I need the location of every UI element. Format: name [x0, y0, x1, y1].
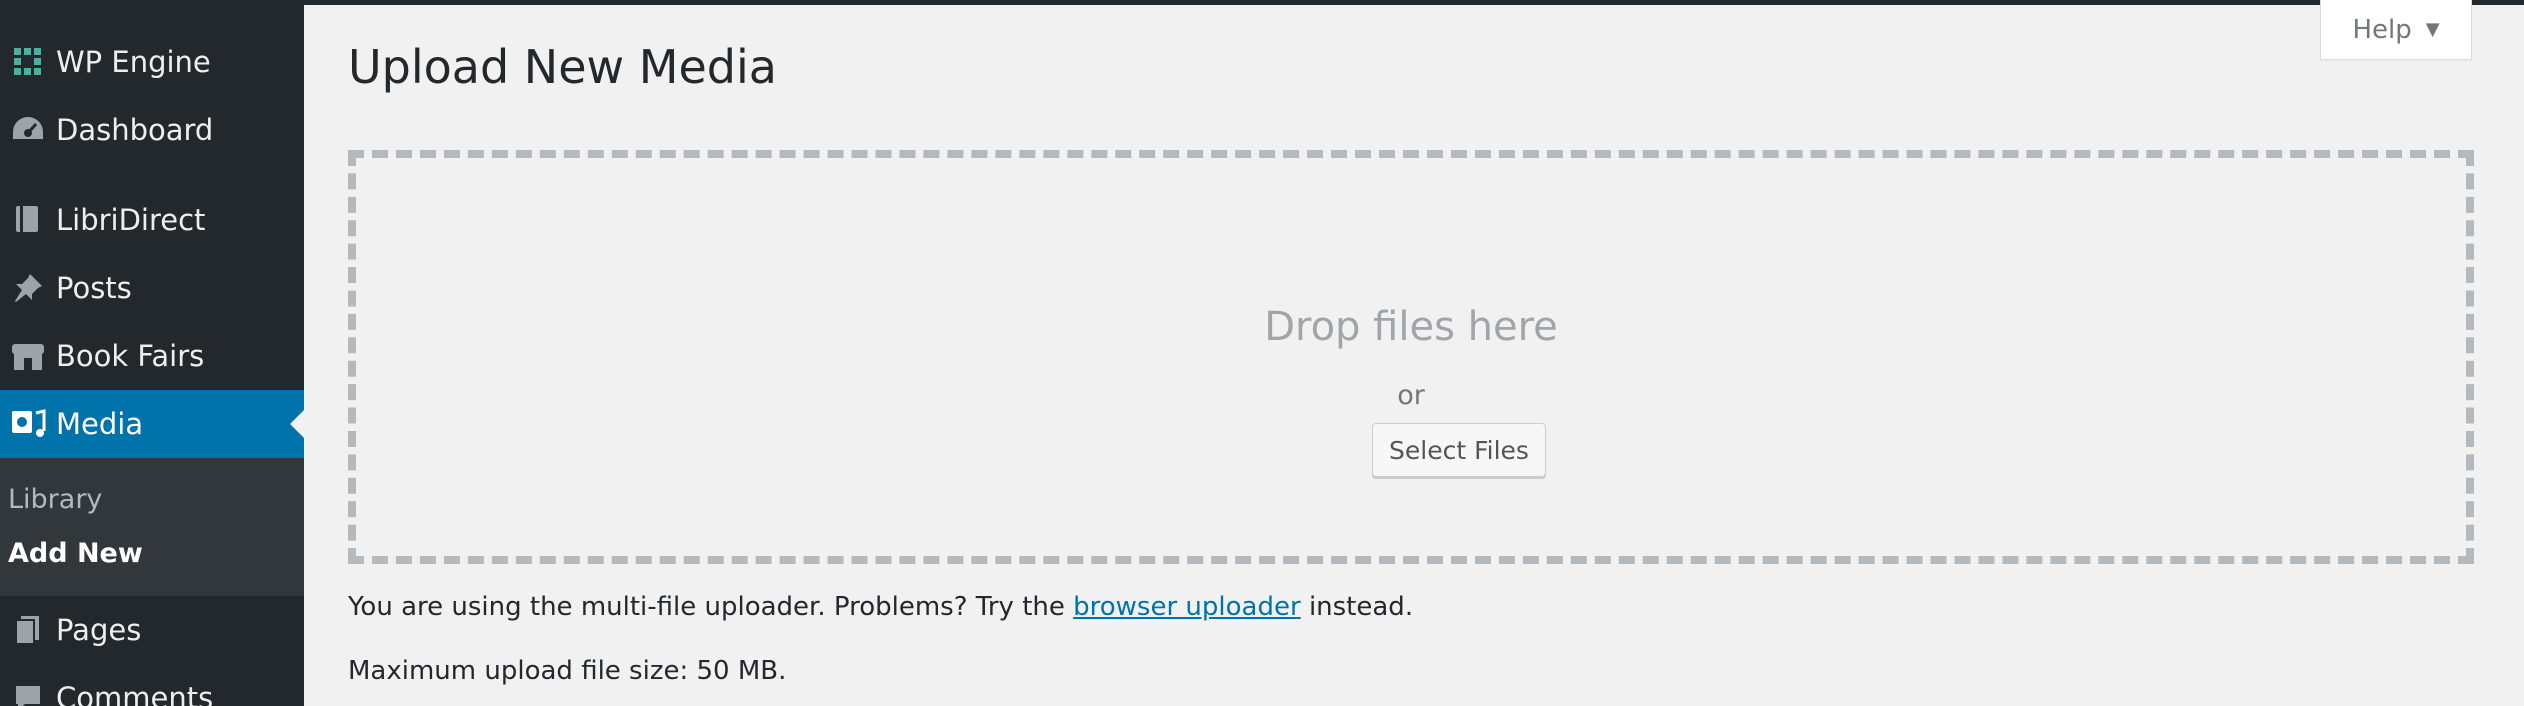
- menu-item-media[interactable]: Media: [0, 390, 304, 458]
- grid-icon: [0, 28, 56, 96]
- page-title: Upload New Media: [348, 40, 777, 94]
- help-label: Help: [2352, 14, 2412, 45]
- page-icon: [0, 596, 56, 664]
- menu-item-label: Media: [56, 407, 144, 441]
- store-icon: [0, 322, 56, 390]
- menu-item-label: WP Engine: [56, 45, 211, 79]
- max-upload-size: Maximum upload file size: 50 MB.: [348, 656, 787, 686]
- menu-item-wp-engine[interactable]: WP Engine: [0, 28, 304, 96]
- select-files-button[interactable]: Select Files: [1372, 423, 1546, 477]
- file-drop-area[interactable]: Drop files here or Select Files: [348, 150, 2474, 564]
- menu-item-label: Dashboard: [56, 113, 214, 147]
- uploader-note-suffix: instead.: [1308, 592, 1414, 622]
- caret-down-icon: ▼: [2425, 19, 2440, 40]
- menu-item-label: LibriDirect: [56, 203, 206, 237]
- browser-uploader-link[interactable]: browser uploader: [1073, 592, 1301, 622]
- menu-item-posts[interactable]: Posts: [0, 254, 304, 322]
- book-icon: [0, 186, 56, 254]
- menu-item-comments[interactable]: Comments: [0, 664, 304, 706]
- comment-icon: [0, 664, 56, 706]
- media-submenu: Library Add New: [0, 458, 304, 596]
- menu-item-libridirect[interactable]: LibriDirect: [0, 186, 304, 254]
- menu-item-pages[interactable]: Pages: [0, 596, 304, 664]
- menu-item-dashboard[interactable]: Dashboard: [0, 96, 304, 164]
- media-icon: [0, 390, 56, 458]
- menu-item-label: Comments: [56, 681, 214, 706]
- main-content: Help ▼ Upload New Media Drop files here …: [304, 0, 2524, 706]
- help-tab-button[interactable]: Help ▼: [2320, 0, 2472, 60]
- menu-item-label: Book Fairs: [56, 339, 205, 373]
- uploader-note: You are using the multi-file uploader. P…: [348, 592, 1413, 622]
- menu-item-label: Pages: [56, 613, 142, 647]
- submenu-item-add-new[interactable]: Add New: [8, 538, 143, 569]
- uploader-note-prefix: You are using the multi-file uploader. P…: [348, 592, 1065, 622]
- menu-item-label: Posts: [56, 271, 132, 305]
- or-text: or: [1397, 380, 1425, 411]
- submenu-item-library[interactable]: Library: [8, 484, 102, 515]
- menu-item-book-fairs[interactable]: Book Fairs: [0, 322, 304, 390]
- gauge-icon: [0, 96, 56, 164]
- admin-sidebar: WP Engine Dashboard LibriDirect Posts Bo…: [0, 0, 304, 706]
- drop-files-text: Drop files here: [1264, 304, 1558, 350]
- pushpin-icon: [0, 254, 56, 322]
